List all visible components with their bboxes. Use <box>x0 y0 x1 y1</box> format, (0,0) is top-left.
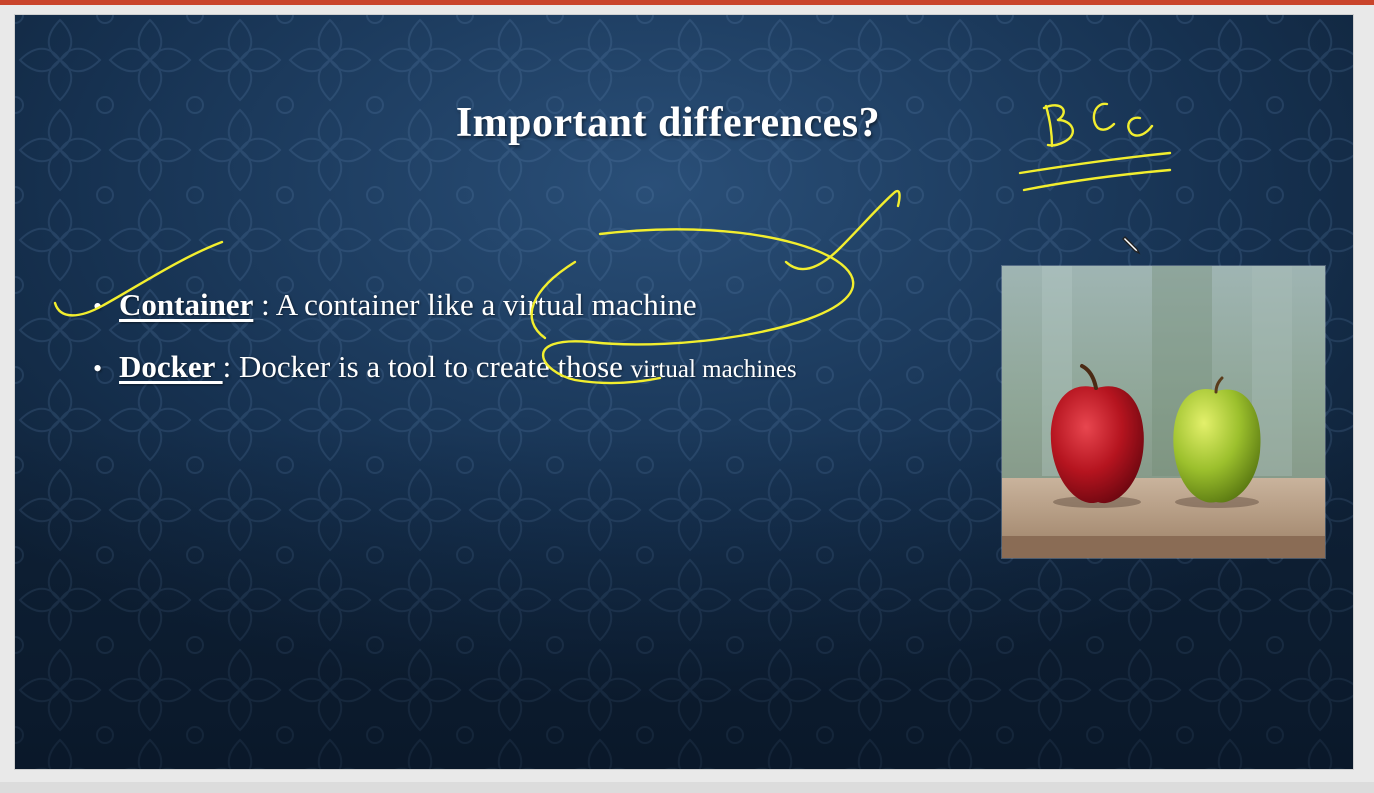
bullet-dot-icon: • <box>93 354 103 383</box>
term-docker: Docker <box>119 349 223 384</box>
definition-docker-small: virtual machines <box>630 356 797 383</box>
separator: : <box>253 287 276 322</box>
status-bar <box>0 782 1374 793</box>
bullet-list: • Container : A container like a virtual … <box>93 287 797 411</box>
pen-cursor-icon <box>1122 236 1141 255</box>
slide-title: Important differences? <box>455 100 881 146</box>
bullet-dot-icon: • <box>93 292 103 321</box>
top-accent-bar <box>0 0 1374 5</box>
separator: : <box>222 349 239 384</box>
bullet-docker: • Docker : Docker is a tool to create tho… <box>93 349 797 411</box>
definition-docker: Docker is a tool to create those <box>238 349 631 384</box>
bullet-container: • Container : A container like a virtual … <box>93 287 797 349</box>
slide-canvas[interactable]: Important differences? • Container : A co… <box>15 15 1353 769</box>
definition-container: A container like a virtual machine <box>275 287 697 322</box>
presentation-window: Important differences? • Container : A co… <box>0 0 1374 793</box>
apples-photo-icon <box>1002 266 1325 558</box>
term-container: Container <box>119 287 254 322</box>
